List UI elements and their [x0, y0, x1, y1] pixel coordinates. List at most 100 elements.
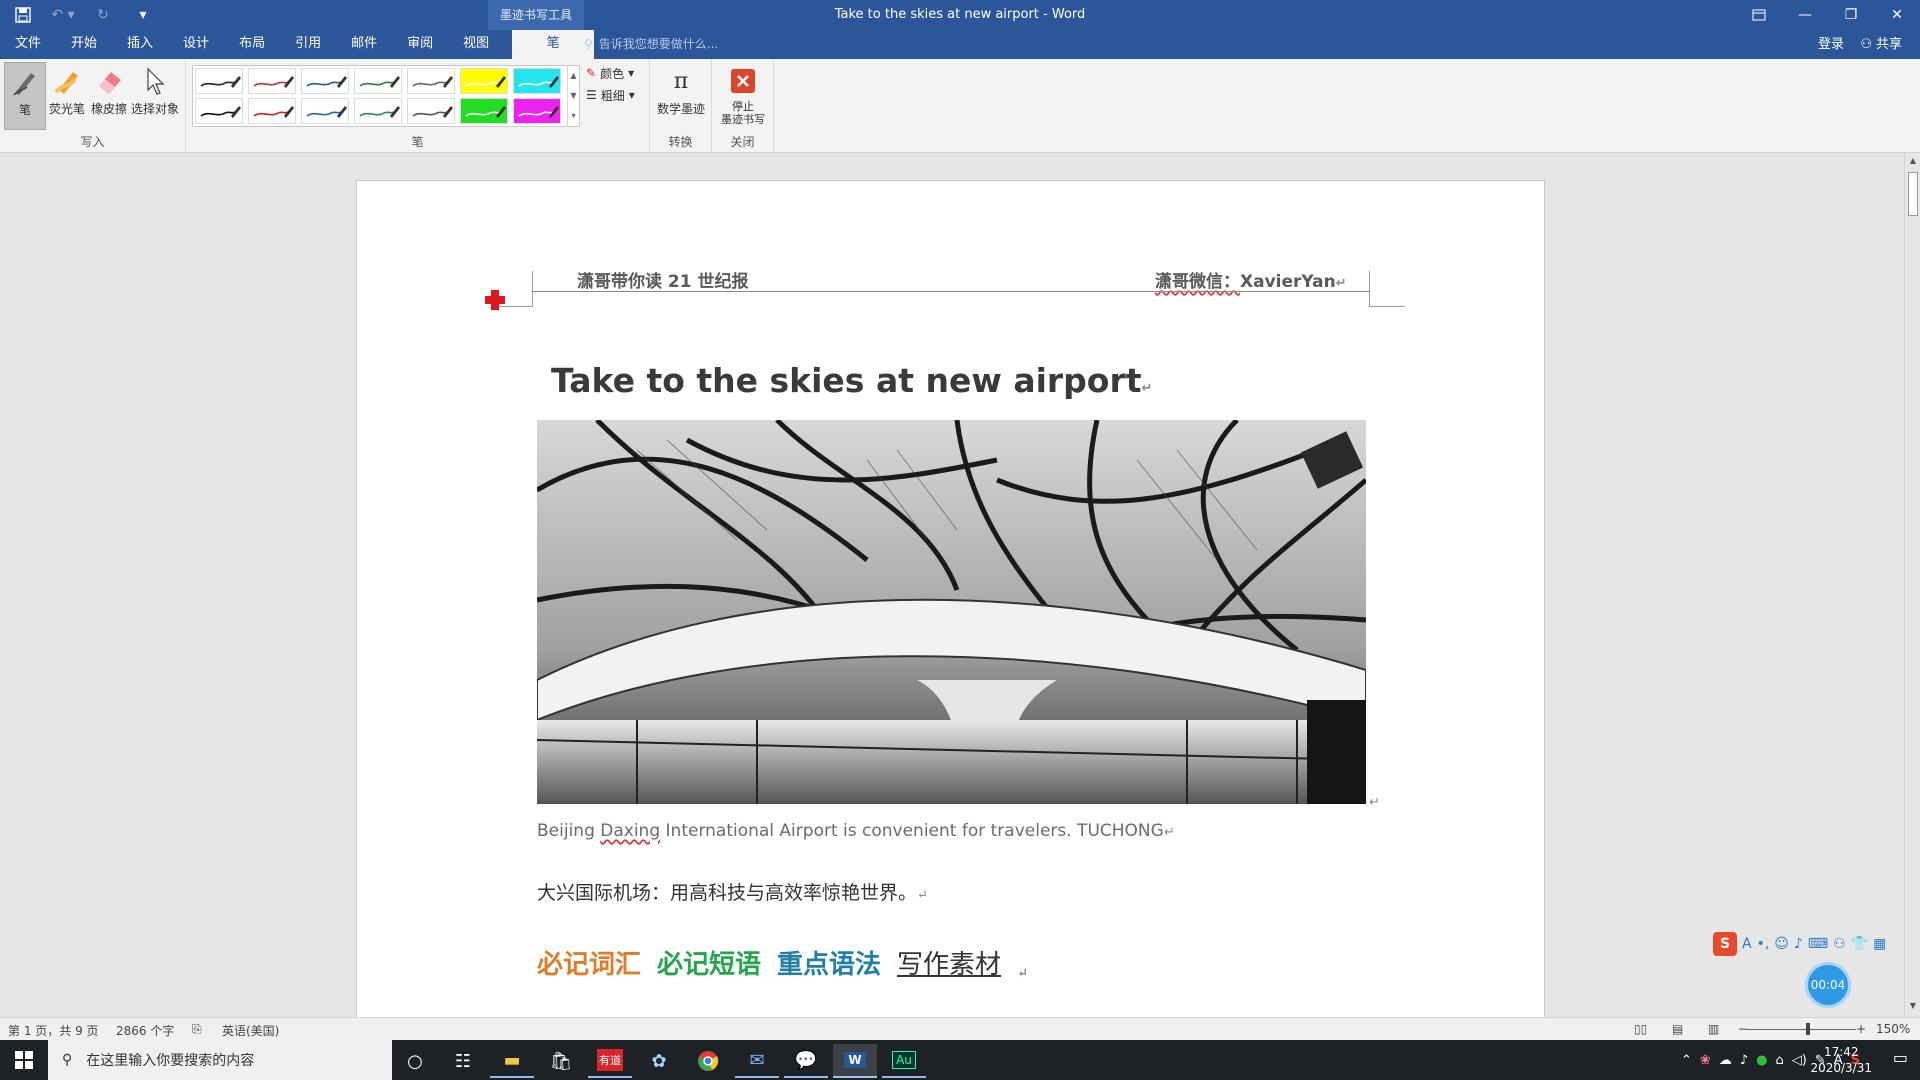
mic-icon[interactable]: ♪: [1740, 1053, 1748, 1068]
emoji-icon[interactable]: ☺: [1774, 936, 1789, 952]
section-phrases[interactable]: 必记短语: [657, 944, 761, 981]
tray-app-icon[interactable]: ❀: [1700, 1053, 1711, 1068]
save-icon[interactable]: [10, 3, 36, 27]
stop-inking-button[interactable]: 停止 墨迹书写: [716, 62, 770, 130]
pen-thickness-button[interactable]: ☰ 粗细 ▾: [586, 85, 635, 105]
recording-timer[interactable]: 00:04: [1805, 962, 1851, 1008]
system-clock[interactable]: 17:42 2020/3/31: [1810, 1044, 1872, 1076]
close-icon[interactable]: ✕: [1874, 0, 1920, 30]
airport-photo[interactable]: [537, 420, 1366, 804]
wechat-icon[interactable]: 💬: [784, 1044, 828, 1078]
ink-to-math-button[interactable]: π 数学墨迹: [656, 62, 706, 130]
zoom-level[interactable]: 150%: [1876, 1022, 1910, 1036]
document-page[interactable]: 潇哥带你读 21 世纪报 潇哥微信：XavierYan↵ Take to the…: [356, 180, 1545, 1017]
tab-insert[interactable]: 插入: [112, 30, 168, 59]
undo-icon[interactable]: ↶ ▾: [50, 3, 76, 27]
youdao-app-icon[interactable]: 有道: [588, 1044, 632, 1078]
write-group-label: 写入: [80, 135, 105, 149]
eraser-button[interactable]: 橡皮擦: [88, 62, 130, 130]
tab-references[interactable]: 引用: [280, 30, 336, 59]
skin-icon[interactable]: 👕: [1851, 936, 1868, 952]
tray-expand-icon[interactable]: ⌃: [1681, 1053, 1692, 1068]
ime-mode-icon[interactable]: A: [1742, 936, 1752, 952]
pen-swatch[interactable]: [195, 68, 243, 94]
sogou-logo-icon[interactable]: S: [1713, 932, 1737, 956]
pen-color-button[interactable]: ✎ 颜色 ▾: [586, 63, 634, 83]
taskbar-search[interactable]: ⚲ 在这里输入你要搜索的内容: [48, 1040, 392, 1080]
toolbox-icon[interactable]: ▦: [1873, 936, 1886, 952]
pen-swatch[interactable]: [407, 98, 455, 124]
file-explorer-icon[interactable]: ▬: [490, 1044, 534, 1078]
zoom-slider-thumb[interactable]: [1806, 1023, 1810, 1035]
sign-in-link[interactable]: 登录: [1818, 30, 1844, 59]
user-icon[interactable]: ⚇: [1833, 936, 1846, 952]
pen-swatch[interactable]: [407, 68, 455, 94]
audition-icon[interactable]: Au: [882, 1044, 926, 1078]
chrome-icon[interactable]: [686, 1044, 730, 1078]
select-objects-button[interactable]: 选择对象: [130, 62, 180, 130]
tab-design[interactable]: 设计: [168, 30, 224, 59]
highlighter-swatch[interactable]: [513, 68, 561, 94]
tab-review[interactable]: 审阅: [392, 30, 448, 59]
pen-swatch[interactable]: [354, 98, 402, 124]
tab-pens[interactable]: 笔: [512, 30, 595, 59]
tab-view[interactable]: 视图: [448, 30, 504, 59]
pen-swatch[interactable]: [301, 98, 349, 124]
read-mode-icon[interactable]: ▯▯: [1634, 1022, 1647, 1036]
network-icon[interactable]: ⌂: [1775, 1053, 1783, 1068]
task-view-icon[interactable]: ☷: [441, 1044, 485, 1078]
zoom-in-icon[interactable]: +: [1856, 1022, 1866, 1036]
web-layout-icon[interactable]: ▥: [1708, 1022, 1719, 1036]
cloud-icon[interactable]: ☁: [1719, 1053, 1732, 1068]
highlighter-button[interactable]: 荧光笔: [46, 62, 88, 130]
page-count[interactable]: 第 1 页，共 9 页: [8, 1022, 99, 1039]
section-writing[interactable]: 写作素材: [897, 944, 1001, 981]
pen-swatch[interactable]: [301, 68, 349, 94]
print-layout-icon[interactable]: ▤: [1672, 1022, 1683, 1036]
minimize-icon[interactable]: —: [1782, 0, 1828, 30]
cortana-icon[interactable]: ○: [393, 1044, 437, 1078]
notification-center-icon[interactable]: ▭: [1893, 1048, 1908, 1067]
share-button[interactable]: ⚇ 共享: [1860, 30, 1902, 59]
pen-button[interactable]: 笔: [4, 62, 46, 130]
tab-layout[interactable]: 布局: [224, 30, 280, 59]
pen-swatch[interactable]: [248, 68, 296, 94]
zoom-slider[interactable]: [1746, 1029, 1856, 1030]
vertical-scrollbar[interactable]: ▲ ▼: [1904, 154, 1920, 1017]
tab-home[interactable]: 开始: [56, 30, 112, 59]
word-count[interactable]: 2866 个字: [116, 1022, 174, 1039]
pen-swatch[interactable]: [195, 98, 243, 124]
ribbon-display-options-icon[interactable]: [1736, 0, 1782, 30]
highlighter-swatch[interactable]: [460, 68, 508, 94]
scroll-up-icon[interactable]: ▲: [1905, 156, 1920, 170]
word-app-icon[interactable]: W: [833, 1044, 877, 1078]
tab-file[interactable]: 文件: [0, 30, 56, 59]
store-icon[interactable]: 🛍: [539, 1044, 583, 1078]
section-vocabulary[interactable]: 必记词汇: [537, 944, 641, 981]
search-icon: ⚲: [62, 1052, 73, 1068]
feishu-icon[interactable]: ✉: [735, 1044, 779, 1078]
microphone-icon[interactable]: ♪: [1794, 936, 1803, 952]
highlighter-swatch[interactable]: [460, 98, 508, 124]
tell-me-box[interactable]: ⚲ 告诉我您想要做什么...: [584, 30, 718, 59]
customize-qat-icon[interactable]: ▾: [130, 3, 156, 27]
punctuation-icon[interactable]: •,: [1757, 936, 1770, 952]
document-area: 潇哥带你读 21 世纪报 潇哥微信：XavierYan↵ Take to the…: [0, 154, 1904, 1017]
pen-swatch[interactable]: [354, 68, 402, 94]
volume-icon[interactable]: ◁): [1792, 1053, 1807, 1068]
section-grammar[interactable]: 重点语法: [777, 944, 881, 981]
language-indicator[interactable]: 英语(美国): [222, 1022, 279, 1039]
start-button[interactable]: [0, 1040, 48, 1080]
redo-icon[interactable]: ↻: [90, 3, 116, 27]
scroll-down-icon[interactable]: ▼: [1905, 1001, 1920, 1015]
wechat-tray-icon[interactable]: ●: [1756, 1053, 1767, 1068]
tab-mailings[interactable]: 邮件: [336, 30, 392, 59]
proofing-icon[interactable]: ⎘: [192, 1022, 202, 1037]
gallery-scroll[interactable]: ▲ ▼ ▾: [567, 66, 579, 126]
highlighter-swatch[interactable]: [513, 98, 561, 124]
restore-icon[interactable]: ❐: [1828, 0, 1874, 30]
pinwheel-app-icon[interactable]: ✿: [637, 1044, 681, 1078]
scrollbar-thumb[interactable]: [1908, 172, 1918, 216]
pen-swatch[interactable]: [248, 98, 296, 124]
keyboard-icon[interactable]: ⌨: [1808, 936, 1828, 952]
